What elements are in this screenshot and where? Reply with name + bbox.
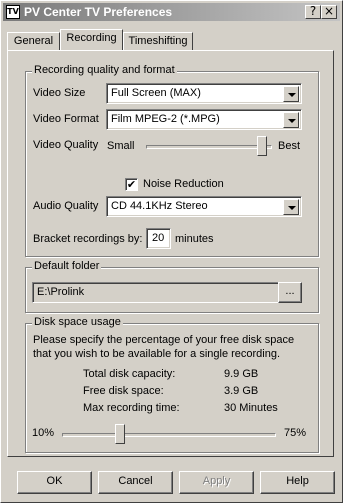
bracket-unit-label: minutes — [175, 233, 214, 245]
max-recording-label: Max recording time: — [83, 402, 180, 414]
default-folder-group: Default folder E:\Prolink ... — [25, 260, 319, 313]
disk-slider-max-label: 75% — [284, 427, 307, 439]
recording-quality-legend: Recording quality and format — [32, 64, 177, 76]
disk-slider-min-label: 10% — [32, 427, 55, 439]
browse-folder-button[interactable]: ... — [278, 282, 302, 303]
video-size-select[interactable]: Full Screen (MAX) — [106, 83, 302, 104]
chevron-down-icon[interactable] — [283, 199, 299, 215]
chevron-down-icon[interactable] — [283, 86, 299, 102]
tv-app-icon: TV — [6, 5, 20, 19]
window-title: PV Center TV Preferences — [24, 5, 173, 19]
max-recording-value: 30 Minutes — [224, 402, 278, 414]
video-quality-min-label: Small — [107, 140, 135, 152]
video-format-label: Video Format — [33, 113, 99, 125]
apply-button[interactable]: Apply — [179, 471, 254, 494]
cancel-button-label: Cancel — [118, 475, 153, 487]
video-quality-slider-thumb[interactable] — [257, 136, 268, 156]
video-quality-label: Video Quality — [33, 139, 99, 151]
video-format-value: Film MPEG-2 (*.MPG) — [111, 113, 220, 125]
preferences-window: TV PV Center TV Preferences ? × General … — [0, 0, 343, 503]
close-icon[interactable]: × — [321, 5, 337, 19]
free-space-label: Free disk space: — [83, 385, 164, 397]
tab-recording[interactable]: Recording — [60, 29, 123, 50]
ok-button[interactable]: OK — [17, 471, 92, 494]
cancel-button[interactable]: Cancel — [98, 471, 173, 494]
bracket-minutes-input[interactable]: 20 — [146, 228, 171, 249]
bracket-minutes-value: 20 — [152, 232, 165, 244]
video-size-label: Video Size — [33, 87, 86, 99]
default-folder-path-field: E:\Prolink — [32, 282, 286, 303]
disk-description-line2: that you wish to be available for a sing… — [33, 348, 281, 360]
help-button-label: Help — [286, 475, 309, 487]
browse-button-label: ... — [285, 285, 295, 297]
chevron-down-icon[interactable] — [283, 112, 299, 128]
free-space-value: 3.9 GB — [224, 385, 259, 397]
noise-reduction-checkbox[interactable]: ✔ — [125, 178, 138, 191]
disk-space-legend: Disk space usage — [32, 316, 123, 328]
recording-tab-panel: Recording quality and format Video Size … — [7, 50, 334, 457]
total-capacity-label: Total disk capacity: — [83, 368, 176, 380]
tab-timeshifting[interactable]: Timeshifting — [123, 32, 193, 50]
disk-space-group: Disk space usage Please specify the perc… — [25, 316, 319, 453]
disk-space-slider[interactable] — [62, 433, 276, 437]
help-title-button[interactable]: ? — [305, 5, 321, 19]
default-folder-legend: Default folder — [32, 260, 102, 272]
video-quality-max-label: Best — [278, 140, 301, 152]
disk-space-slider-thumb[interactable] — [115, 424, 126, 444]
tab-recording-label: Recording — [66, 32, 117, 44]
video-size-value: Full Screen (MAX) — [111, 87, 201, 99]
audio-quality-select[interactable]: CD 44.1KHz Stereo — [106, 196, 302, 217]
video-quality-slider[interactable] — [146, 145, 272, 149]
default-folder-path: E:\Prolink — [37, 286, 85, 298]
tab-general-label: General — [13, 35, 54, 47]
tab-timeshifting-label: Timeshifting — [128, 35, 188, 47]
total-capacity-value: 9.9 GB — [224, 368, 259, 380]
noise-reduction-label: Noise Reduction — [143, 178, 224, 190]
audio-quality-value: CD 44.1KHz Stereo — [111, 200, 208, 212]
ok-button-label: OK — [46, 475, 63, 487]
recording-quality-group: Recording quality and format Video Size … — [25, 64, 319, 257]
tab-general[interactable]: General — [7, 32, 60, 50]
help-button[interactable]: Help — [260, 471, 335, 494]
bracket-label: Bracket recordings by: — [33, 233, 143, 245]
disk-description-line1: Please specify the percentage of your fr… — [33, 334, 295, 346]
title-bar[interactable]: TV PV Center TV Preferences ? × — [3, 3, 340, 21]
audio-quality-label: Audio Quality — [33, 200, 99, 212]
apply-button-label: Apply — [202, 475, 231, 487]
video-format-select[interactable]: Film MPEG-2 (*.MPG) — [106, 109, 302, 130]
